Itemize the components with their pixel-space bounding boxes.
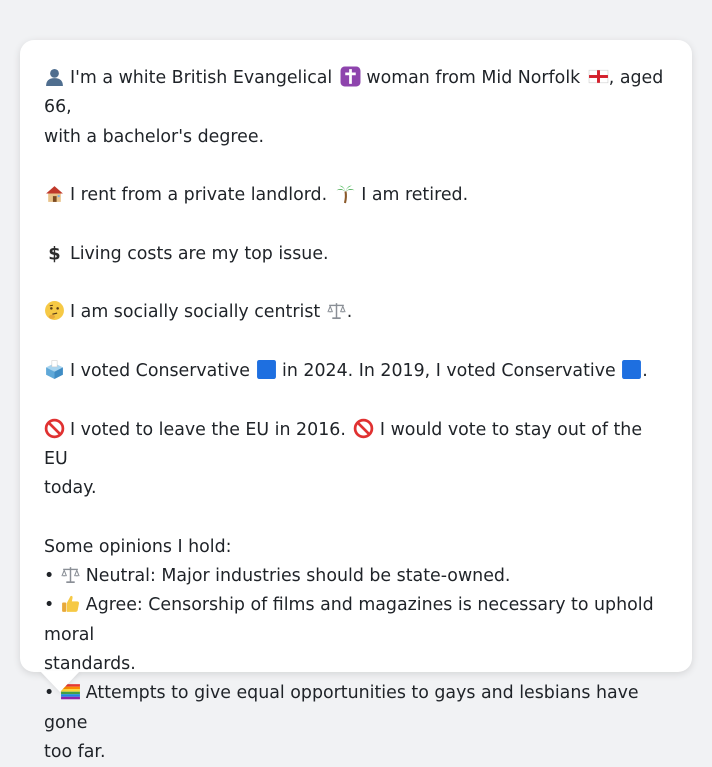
issue-paragraph: $ Living costs are my top issue. xyxy=(44,240,668,269)
housing-text: I rent from a private landlord. xyxy=(70,185,328,206)
votes-text-2: in 2024. In 2019, I voted Conservative xyxy=(282,360,616,381)
votes-paragraph: I voted Conservative in 2024. In 2019, I… xyxy=(44,357,668,386)
social-end: . xyxy=(346,302,353,323)
issue-text: Living costs are my top issue. xyxy=(70,243,329,264)
social-paragraph: I am socially socially centrist . xyxy=(44,298,668,327)
opinion-item: • Agree: Censorship of films and magazin… xyxy=(44,591,668,650)
blue-square-icon xyxy=(621,359,642,380)
identity-text-1: I'm a white British Evangelical xyxy=(70,68,333,88)
opinion-item: • Neutral: Major industries should be st… xyxy=(44,562,668,591)
opinion-text: Neutral: Major industries should be stat… xyxy=(85,566,511,587)
dollar-sign-icon: $ xyxy=(44,242,65,263)
identity-text-2: woman from Mid Norfolk xyxy=(366,68,581,88)
bullet: • xyxy=(44,566,55,587)
bust-in-silhouette-icon xyxy=(44,66,65,87)
votes-text-1: I voted Conservative xyxy=(70,360,250,381)
prohibited-icon xyxy=(44,418,65,439)
housing-paragraph: I rent from a private landlord. I am ret… xyxy=(44,181,668,210)
eu-text-1: I voted to leave the EU in 2016. xyxy=(70,419,346,440)
thinking-face-icon xyxy=(44,300,65,321)
house-icon xyxy=(44,183,65,204)
opinion-text-cont: too far. xyxy=(44,741,106,762)
prohibited-icon xyxy=(353,418,374,439)
identity-text-line2: with a bachelor's degree. xyxy=(44,126,265,147)
eu-text-line2: today. xyxy=(44,478,97,499)
eu-paragraph: I voted to leave the EU in 2016. I would… xyxy=(44,416,668,504)
balance-scale-icon xyxy=(326,300,347,321)
opinion-text: Attempts to give equal opportunities to … xyxy=(44,683,639,733)
ballot-box-icon xyxy=(44,359,65,380)
votes-end: . xyxy=(642,360,648,381)
persona-message-bubble: I'm a white British Evangelical woman fr… xyxy=(20,40,692,762)
opinion-text-cont: standards. xyxy=(44,653,136,674)
thumbs-up-icon xyxy=(60,593,81,614)
work-text: I am retired. xyxy=(361,185,469,206)
opinion-text: Agree: Censorship of films and magazines… xyxy=(44,595,654,645)
blue-square-icon xyxy=(256,359,277,380)
bubble-tail xyxy=(40,671,80,692)
palm-tree-icon xyxy=(335,183,356,204)
svg-text:$: $ xyxy=(48,243,60,263)
latin-cross-icon xyxy=(340,66,361,87)
england-flag-icon xyxy=(588,66,609,87)
opinions-heading: Some opinions I hold: xyxy=(44,536,232,557)
opinion-item: • Attempts to give equal opportunities t… xyxy=(44,679,668,738)
social-text: I am socially socially centrist xyxy=(70,302,321,323)
bullet: • xyxy=(44,595,55,616)
balance-scale-icon xyxy=(60,564,81,585)
identity-paragraph: I'm a white British Evangelical woman fr… xyxy=(44,64,668,152)
opinions-section: Some opinions I hold: • Neutral: Major i… xyxy=(44,533,668,767)
